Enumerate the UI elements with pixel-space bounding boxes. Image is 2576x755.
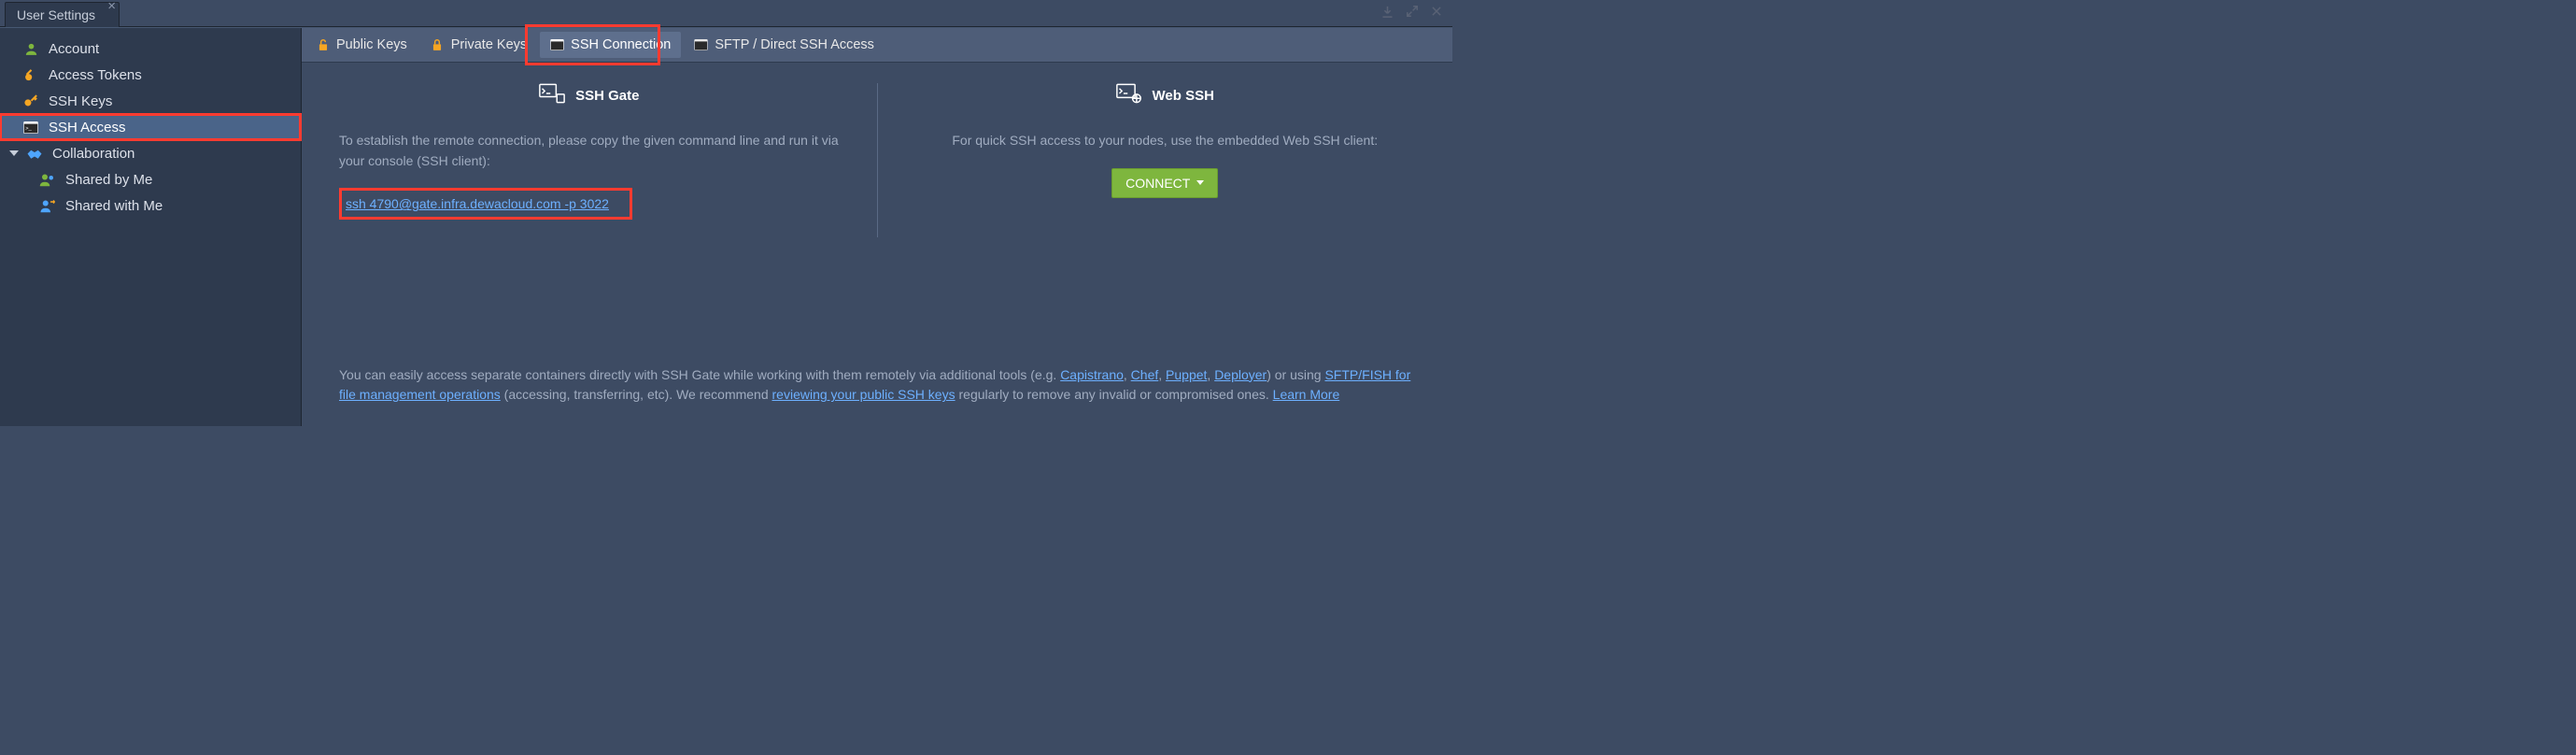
tab-private-keys[interactable]: Private Keys xyxy=(420,32,537,58)
people-icon xyxy=(39,171,56,188)
sidebar-item-shared-with-me[interactable]: Shared with Me xyxy=(0,192,301,219)
sidebar-item-label: Shared by Me xyxy=(65,172,152,188)
person-icon xyxy=(22,40,39,57)
chevron-down-icon xyxy=(1196,180,1204,185)
sidebar-item-ssh-access[interactable]: >_ SSH Access xyxy=(0,114,301,140)
sidebar-item-collaboration[interactable]: Collaboration xyxy=(0,140,301,166)
ssh-gate-desc: To establish the remote connection, plea… xyxy=(339,131,840,171)
connect-button[interactable]: CONNECT xyxy=(1111,168,1218,198)
link-review-keys[interactable]: reviewing your public SSH keys xyxy=(772,387,955,402)
chevron-down-icon xyxy=(9,150,19,156)
close-tab-icon[interactable]: × xyxy=(107,0,116,14)
sidebar-item-account[interactable]: Account xyxy=(0,36,301,62)
ssh-gate-panel: SSH Gate To establish the remote connect… xyxy=(339,83,840,237)
terminal-network-icon xyxy=(539,83,565,107)
sidebar-item-label: Access Tokens xyxy=(49,67,142,83)
sidebar-item-label: SSH Keys xyxy=(49,93,112,109)
footer-text: You can easily access separate container… xyxy=(339,365,1415,406)
terminal-icon: >_ xyxy=(22,119,39,135)
terminal-icon xyxy=(694,39,708,51)
link-capistrano[interactable]: Capistrano xyxy=(1060,367,1124,382)
sidebar-item-access-tokens[interactable]: Access Tokens xyxy=(0,62,301,88)
svg-text:>_: >_ xyxy=(25,126,32,132)
expand-icon[interactable] xyxy=(1406,5,1419,23)
sidebar-item-label: SSH Access xyxy=(49,120,126,135)
titlebar: User Settings × xyxy=(0,0,1452,27)
tab-label: Public Keys xyxy=(336,37,407,52)
main-panel: Public Keys Private Keys SSH Connection xyxy=(302,28,1452,426)
divider xyxy=(877,83,878,237)
key-icon xyxy=(22,93,39,109)
sidebar-item-shared-by-me[interactable]: Shared by Me xyxy=(0,166,301,192)
sidebar-item-label: Collaboration xyxy=(52,146,134,162)
tab-ssh-connection[interactable]: SSH Connection xyxy=(540,32,681,58)
sidebar-item-label: Shared with Me xyxy=(65,198,163,214)
handshake-icon xyxy=(26,145,43,162)
sidebar-item-ssh-keys[interactable]: SSH Keys xyxy=(0,88,301,114)
web-ssh-panel: Web SSH For quick SSH access to your nod… xyxy=(915,83,1416,237)
people-arrow-icon xyxy=(39,197,56,214)
window-title: User Settings xyxy=(17,7,95,22)
link-puppet[interactable]: Puppet xyxy=(1166,367,1207,382)
close-window-icon[interactable] xyxy=(1430,5,1443,23)
highlight-box: ssh 4790@gate.infra.dewacloud.com -p 302… xyxy=(339,188,632,220)
tab-label: Private Keys xyxy=(451,37,527,52)
panel-title: SSH Gate xyxy=(575,88,639,104)
terminal-icon xyxy=(550,39,564,51)
link-learn-more[interactable]: Learn More xyxy=(1273,387,1340,402)
link-deployer[interactable]: Deployer xyxy=(1214,367,1267,382)
lock-icon xyxy=(431,39,445,51)
link-chef[interactable]: Chef xyxy=(1131,367,1159,382)
ssh-command-link[interactable]: ssh 4790@gate.infra.dewacloud.com -p 302… xyxy=(346,191,626,217)
button-label: CONNECT xyxy=(1125,176,1190,191)
tabs-row: Public Keys Private Keys SSH Connection xyxy=(302,28,1452,63)
terminal-globe-icon xyxy=(1116,83,1142,107)
tab-label: SFTP / Direct SSH Access xyxy=(715,37,874,52)
panel-title: Web SSH xyxy=(1153,88,1214,104)
download-icon[interactable] xyxy=(1380,5,1394,23)
lock-open-icon xyxy=(316,39,330,51)
key-icon xyxy=(22,66,39,83)
tab-public-keys[interactable]: Public Keys xyxy=(305,32,418,58)
sidebar-item-label: Account xyxy=(49,41,99,57)
tab-label: SSH Connection xyxy=(571,37,671,52)
tab-sftp-direct[interactable]: SFTP / Direct SSH Access xyxy=(684,32,885,58)
web-ssh-desc: For quick SSH access to your nodes, use … xyxy=(915,131,1416,151)
window-title-tab[interactable]: User Settings × xyxy=(5,2,120,27)
sidebar: Account Access Tokens SSH Keys >_ SSH Ac… xyxy=(0,28,302,426)
